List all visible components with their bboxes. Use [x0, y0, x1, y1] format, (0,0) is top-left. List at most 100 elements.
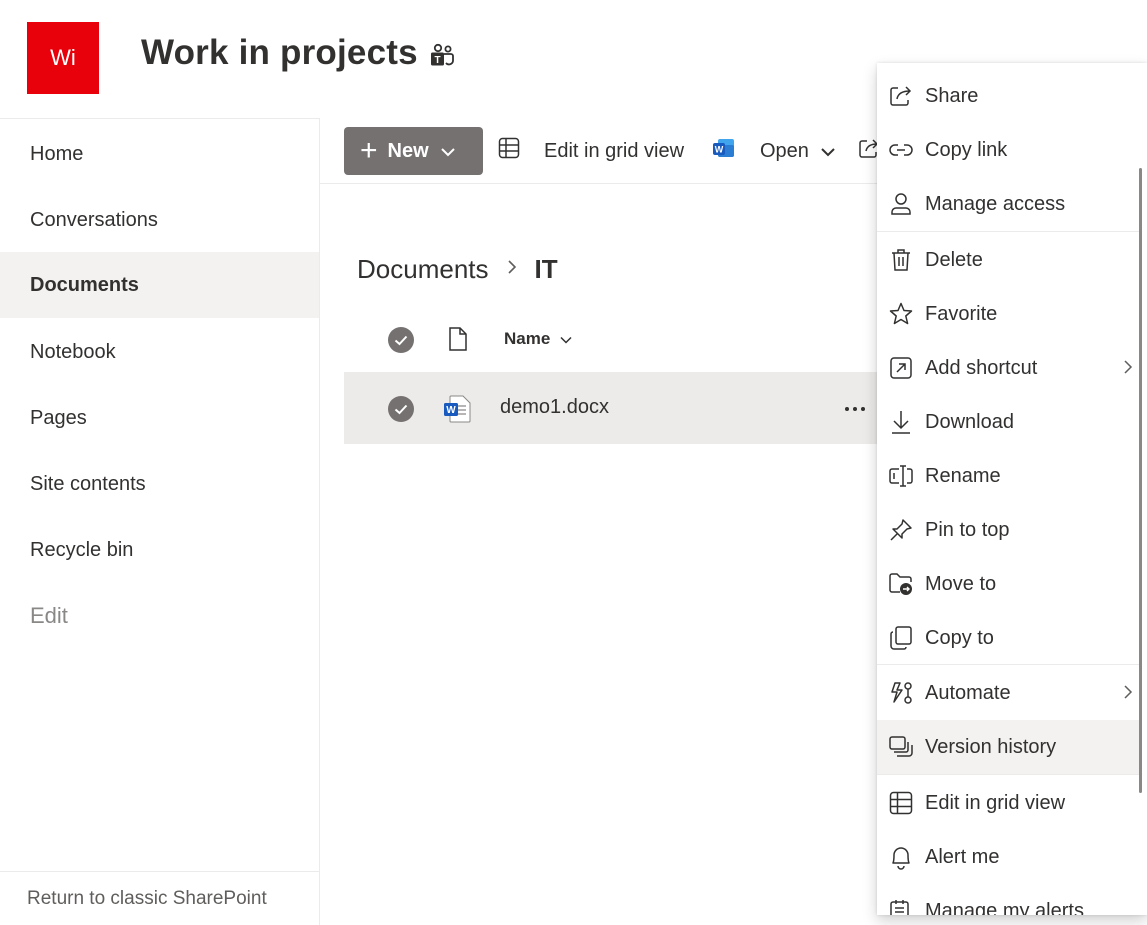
breadcrumb-documents[interactable]: Documents	[357, 254, 489, 285]
return-to-classic-link[interactable]: Return to classic SharePoint	[0, 871, 319, 925]
file-type-icon	[448, 326, 468, 357]
edit-grid-view-button[interactable]: Edit in grid view	[498, 127, 684, 175]
menu-item-label: Add shortcut	[925, 356, 1038, 379]
menu-divider	[877, 231, 1139, 232]
menu-item-label: Copy link	[925, 138, 1008, 161]
left-navigation: Home Conversations Documents Notebook Pa…	[0, 118, 320, 925]
menu-item-download[interactable]: Download	[877, 395, 1139, 449]
menu-item-label: Copy to	[925, 626, 994, 649]
word-document-icon: W	[443, 394, 473, 429]
more-options-button[interactable]	[844, 392, 866, 418]
file-name-link[interactable]: demo1.docx	[500, 396, 609, 419]
trash-icon	[888, 247, 914, 273]
menu-item-rename[interactable]: Rename	[877, 449, 1139, 503]
plus-icon: +	[360, 134, 378, 167]
breadcrumb: Documents IT	[357, 254, 558, 285]
grid-icon	[888, 790, 914, 816]
menu-item-label: Download	[925, 410, 1014, 433]
chevron-right-icon	[1123, 683, 1133, 706]
nav-item-recycle-bin[interactable]: Recycle bin	[0, 517, 319, 583]
nav-item-label: Site contents	[30, 472, 146, 495]
teams-icon[interactable]: T	[429, 43, 455, 69]
menu-item-label: Edit in grid view	[925, 791, 1066, 814]
menu-item-automate[interactable]: Automate	[877, 666, 1139, 720]
edit-grid-view-label: Edit in grid view	[544, 139, 685, 162]
row-checkbox[interactable]	[388, 396, 414, 422]
menu-item-label: Move to	[925, 572, 997, 595]
share-icon	[888, 83, 914, 109]
bell-icon	[888, 844, 914, 870]
command-bar: + New Edit in grid view W Open	[320, 118, 880, 184]
site-title[interactable]: Work in projects	[141, 33, 418, 73]
menu-item-share[interactable]: Share	[877, 69, 1139, 123]
chevron-right-icon	[1123, 358, 1133, 381]
menu-item-version-history[interactable]: Version history	[877, 720, 1139, 774]
nav-item-notebook[interactable]: Notebook	[0, 319, 319, 385]
menu-item-add-shortcut[interactable]: Add shortcut	[877, 341, 1139, 395]
move-icon	[888, 571, 914, 597]
nav-item-label: Conversations	[30, 208, 158, 231]
grid-icon	[498, 137, 532, 165]
menu-item-move-to[interactable]: Move to	[877, 557, 1139, 611]
menu-item-label: Delete	[925, 248, 983, 271]
copy-icon	[888, 625, 914, 651]
new-button[interactable]: + New	[344, 127, 483, 175]
menu-divider	[877, 774, 1139, 775]
menu-item-alert-me[interactable]: Alert me	[877, 830, 1139, 884]
menu-item-copy-link[interactable]: Copy link	[877, 123, 1139, 177]
menu-item-label: Share	[925, 84, 979, 107]
person-icon	[888, 191, 914, 217]
table-row[interactable]: W demo1.docx	[344, 372, 880, 444]
nav-item-documents[interactable]: Documents	[0, 252, 319, 318]
menu-item-favorite[interactable]: Favorite	[877, 287, 1139, 341]
chevron-down-icon	[440, 140, 455, 163]
menu-item-label: Pin to top	[925, 518, 1010, 541]
menu-item-pin-to-top[interactable]: Pin to top	[877, 503, 1139, 557]
list-header: Name	[344, 315, 880, 365]
menu-item-copy-to[interactable]: Copy to	[877, 611, 1139, 665]
chevron-down-icon	[821, 140, 847, 163]
name-column-header[interactable]: Name	[504, 329, 572, 349]
menu-item-delete[interactable]: Delete	[877, 233, 1139, 287]
menu-item-label: Rename	[925, 464, 1001, 487]
open-button[interactable]: W Open	[712, 127, 847, 175]
select-all-checkbox[interactable]	[388, 327, 414, 353]
pin-icon	[888, 517, 914, 543]
nav-item-label: Documents	[30, 273, 139, 296]
site-logo-text: Wi	[50, 45, 76, 70]
nav-item-label: Notebook	[30, 340, 116, 363]
nav-item-site-contents[interactable]: Site contents	[0, 451, 319, 517]
sort-chevron-icon	[560, 329, 572, 349]
menu-item-label: Manage my alerts	[925, 899, 1084, 916]
nav-item-label: Edit	[30, 603, 68, 628]
breadcrumb-current-folder[interactable]: IT	[535, 254, 558, 285]
new-button-label: New	[387, 139, 429, 162]
svg-text:W: W	[715, 145, 724, 155]
version-history-icon	[888, 734, 914, 760]
menu-item-label: Alert me	[925, 845, 1000, 868]
rename-icon	[888, 463, 914, 489]
context-menu: Share Copy link Manage access Delete Fav…	[877, 63, 1147, 915]
svg-text:W: W	[446, 405, 456, 416]
download-icon	[888, 409, 914, 435]
site-logo[interactable]: Wi	[27, 22, 99, 94]
nav-edit-link[interactable]: Edit	[0, 583, 319, 649]
menu-item-label: Version history	[925, 735, 1057, 758]
nav-item-label: Pages	[30, 406, 87, 429]
nav-item-home[interactable]: Home	[0, 121, 319, 187]
menu-item-manage-my-alerts[interactable]: Manage my alerts	[877, 884, 1139, 915]
menu-item-manage-access[interactable]: Manage access	[877, 177, 1139, 231]
menu-divider	[877, 664, 1139, 665]
star-icon	[888, 301, 914, 327]
nav-item-conversations[interactable]: Conversations	[0, 187, 319, 253]
nav-item-label: Recycle bin	[30, 538, 134, 561]
open-button-label: Open	[760, 139, 809, 162]
menu-item-label: Manage access	[925, 192, 1066, 215]
manage-alerts-icon	[888, 898, 914, 915]
nav-item-label: Home	[30, 142, 84, 165]
name-column-label: Name	[504, 329, 551, 348]
menu-item-edit-grid-view[interactable]: Edit in grid view	[877, 776, 1139, 830]
nav-item-pages[interactable]: Pages	[0, 385, 319, 451]
menu-scrollbar[interactable]	[1139, 168, 1142, 793]
menu-item-label: Favorite	[925, 302, 998, 325]
